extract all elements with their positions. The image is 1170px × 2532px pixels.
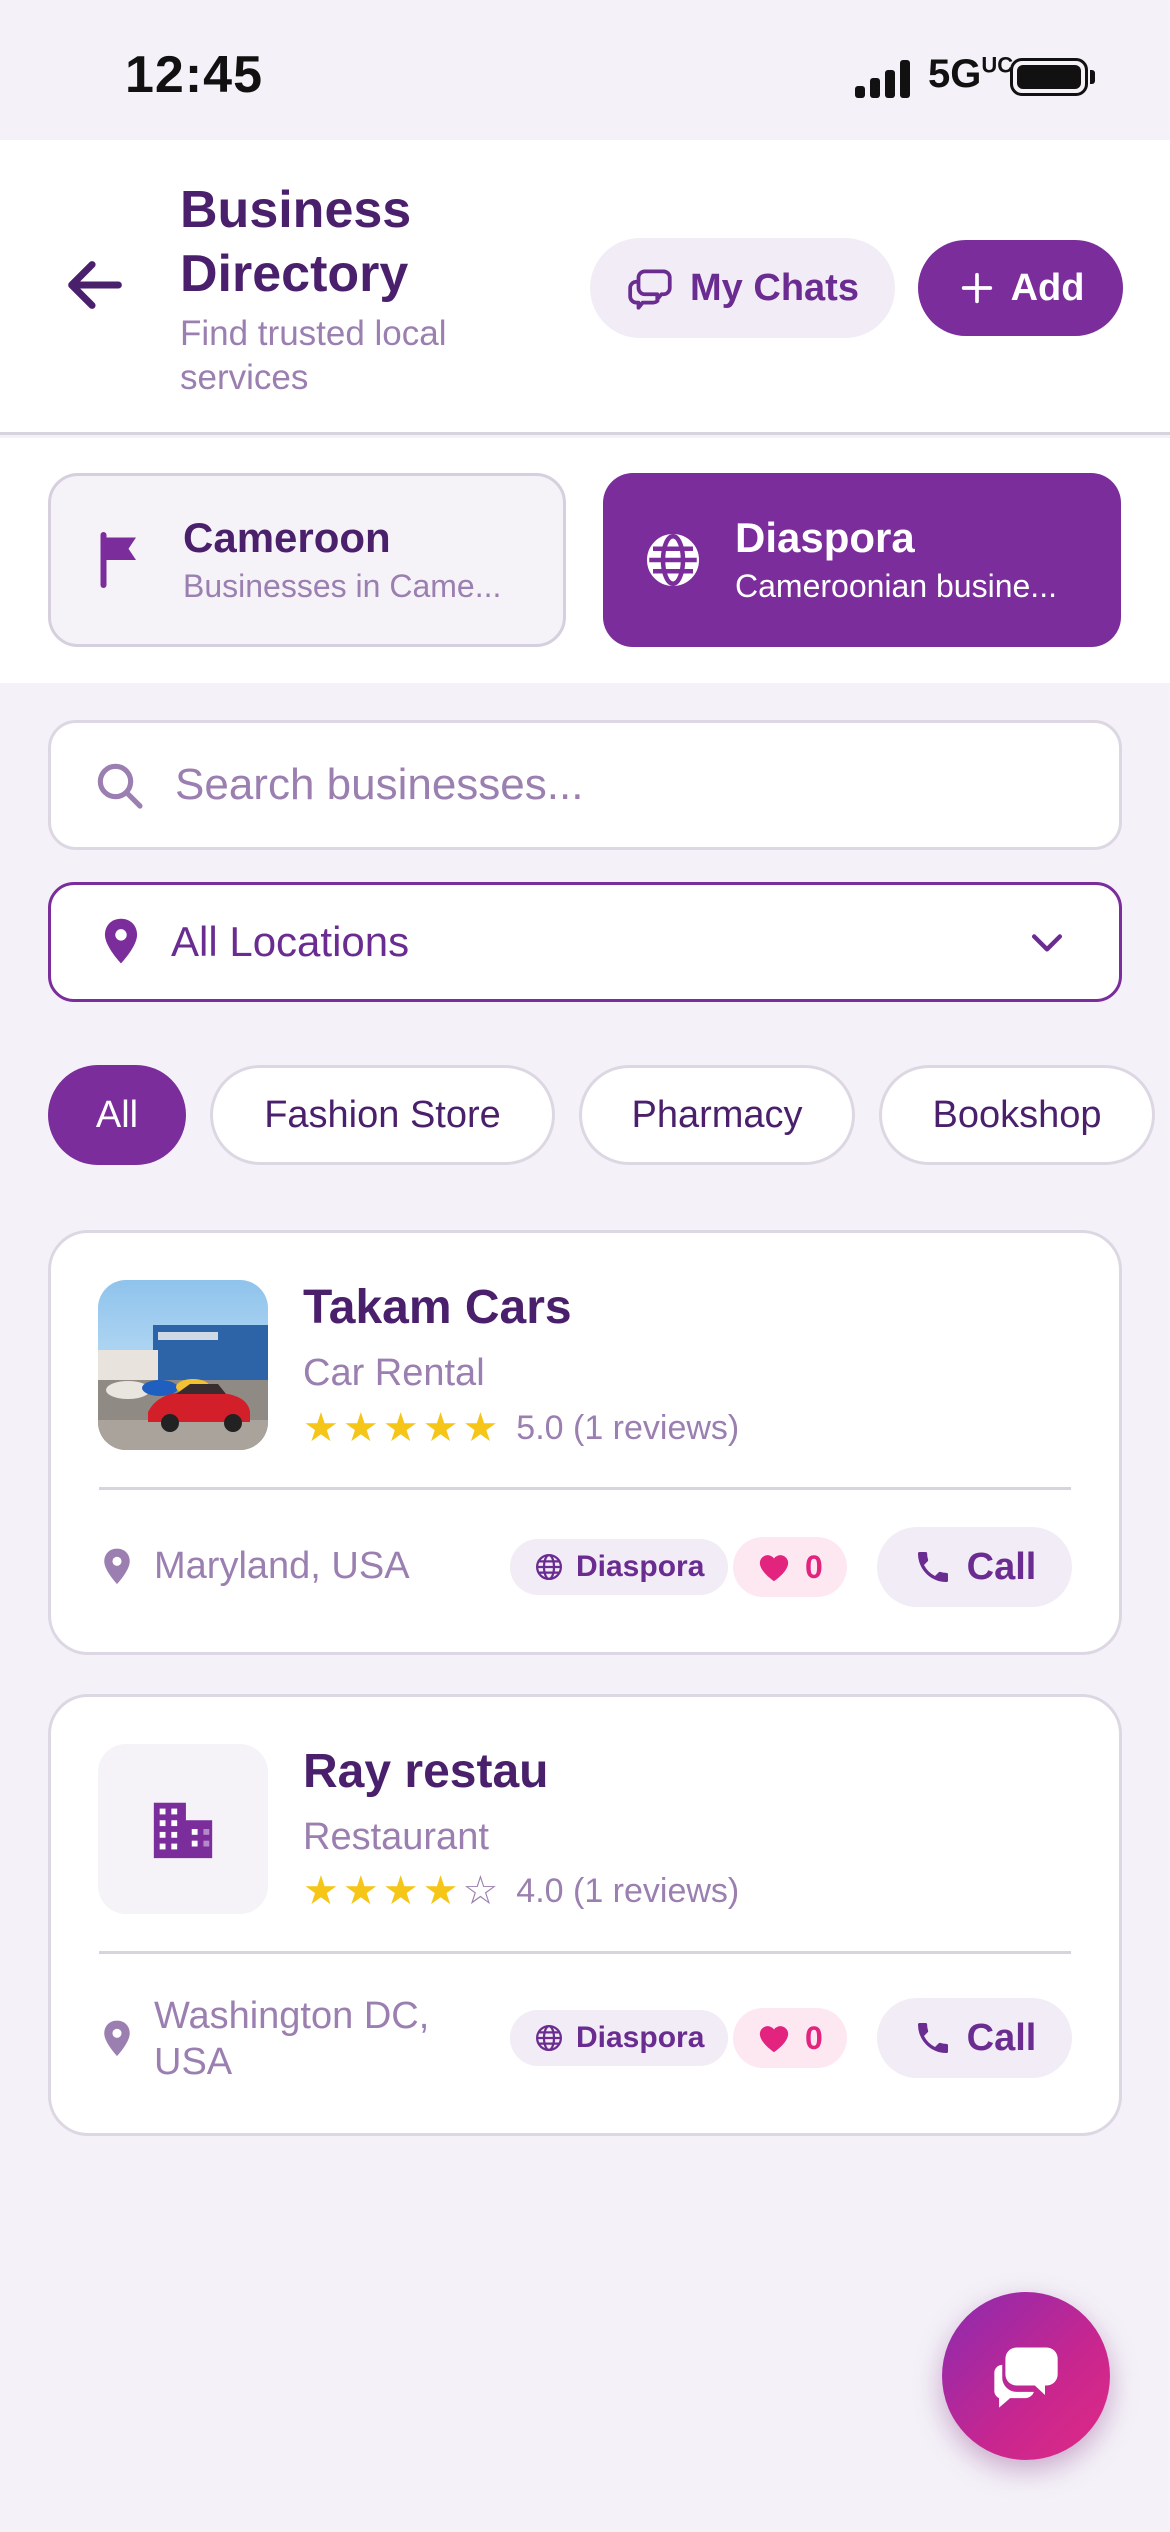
phone-icon: [917, 2023, 948, 2053]
location-value: All Locations: [171, 918, 410, 965]
badge-label: Diaspora: [576, 2021, 705, 2054]
flag-icon: [100, 532, 136, 588]
location-pin-icon: [104, 918, 138, 964]
business-category: Car Rental: [303, 1352, 485, 1394]
category-chip-bookshop[interactable]: Bookshop: [879, 1065, 1155, 1165]
star-filled-icon: ★: [382, 1406, 419, 1450]
business-location: Washington DC, USA: [100, 1993, 490, 2085]
location-pin-icon: [104, 2020, 130, 2056]
location-pin-icon: [104, 1548, 130, 1584]
business-name: Ray restau: [303, 1745, 549, 1798]
my-chats-label: My Chats: [690, 266, 859, 309]
business-location-text: Washington DC, USA: [154, 1995, 430, 2083]
globe-icon: [647, 534, 699, 586]
business-rating: ★ ★ ★ ★ ☆ 4.0 (1 reviews): [303, 1871, 739, 1911]
diaspora-badge: Diaspora: [510, 2010, 729, 2066]
chat-fab-button[interactable]: [942, 2292, 1110, 2460]
tab-diaspora[interactable]: Diaspora Cameroonian busine...: [603, 473, 1121, 647]
signal-icon: [855, 58, 915, 98]
star-filled-icon: ★: [462, 1406, 499, 1450]
chat-bubbles-icon: [994, 2347, 1058, 2408]
rating-text: 4.0 (1 reviews): [516, 1871, 740, 1910]
category-chip-fashion-store[interactable]: Fashion Store: [210, 1065, 555, 1165]
star-filled-icon: ★: [342, 1406, 379, 1450]
globe-icon: [536, 2025, 562, 2051]
phone-icon: [917, 1552, 948, 1582]
call-label: Call: [966, 2016, 1037, 2059]
badge-label: Diaspora: [576, 1550, 705, 1583]
network-indicator: 5GUC: [928, 52, 1014, 96]
chat-bubbles-icon: [628, 269, 672, 310]
star-filled-icon: ★: [303, 1406, 339, 1450]
card-divider: [99, 1487, 1071, 1490]
star-filled-icon: ★: [382, 1869, 419, 1913]
battery-icon: [1010, 58, 1088, 96]
like-button[interactable]: 0: [733, 2008, 847, 2068]
business-category: Restaurant: [303, 1816, 489, 1858]
category-chip-pharmacy[interactable]: Pharmacy: [579, 1065, 855, 1165]
add-label: Add: [1010, 266, 1085, 309]
search-input[interactable]: Search businesses...: [48, 720, 1122, 850]
globe-icon: [536, 1554, 562, 1580]
business-name: Takam Cars: [303, 1281, 572, 1334]
car-dealership-photo: [98, 1280, 268, 1450]
call-button[interactable]: Call: [877, 1998, 1072, 2078]
heart-icon: [759, 1555, 789, 1582]
business-thumbnail-placeholder: [98, 1744, 268, 1914]
business-rating: ★ ★ ★ ★ ★ 5.0 (1 reviews): [303, 1408, 739, 1448]
location-select[interactable]: All Locations: [48, 882, 1122, 1002]
search-placeholder: Search businesses...: [175, 760, 584, 809]
star-filled-icon: ★: [422, 1869, 459, 1913]
rating-text: 5.0 (1 reviews): [516, 1408, 740, 1447]
star-filled-icon: ★: [342, 1869, 379, 1913]
page-subtitle: Find trusted local services: [180, 314, 447, 397]
tab-cameroon[interactable]: Cameroon Businesses in Came...: [48, 473, 566, 647]
back-button[interactable]: [60, 250, 130, 320]
call-button[interactable]: Call: [877, 1527, 1072, 1607]
like-count: 0: [805, 2019, 823, 2056]
like-button[interactable]: 0: [733, 1537, 847, 1597]
my-chats-button[interactable]: My Chats: [590, 238, 895, 338]
add-business-button[interactable]: Add: [918, 240, 1123, 336]
diaspora-badge: Diaspora: [510, 1539, 729, 1595]
tab-title: Diaspora: [735, 514, 915, 561]
chevron-down-icon: [1031, 934, 1063, 952]
status-time: 12:45: [125, 46, 263, 104]
battery-cap: [1090, 70, 1095, 84]
business-thumbnail-photo: [98, 1280, 268, 1450]
category-chip-all[interactable]: All: [48, 1065, 186, 1165]
search-icon: [97, 763, 143, 809]
tab-title: Cameroon: [183, 514, 391, 561]
page-title: Business Directory: [180, 181, 412, 303]
call-label: Call: [966, 1545, 1037, 1588]
arrow-left-icon: [68, 261, 122, 309]
tab-diaspora-text: Diaspora Cameroonian busine...: [735, 512, 1095, 608]
star-filled-icon: ★: [422, 1406, 459, 1450]
tab-subtitle: Businesses in Came...: [183, 568, 502, 604]
heart-icon: [759, 2026, 789, 2053]
star-filled-icon: ★: [303, 1869, 339, 1913]
like-count: 0: [805, 1548, 823, 1585]
tab-subtitle: Cameroonian busine...: [735, 568, 1057, 604]
business-location: Maryland, USA: [100, 1545, 410, 1588]
tab-cameroon-text: Cameroon Businesses in Came...: [183, 512, 543, 608]
star-empty-icon: ☆: [462, 1869, 499, 1913]
building-icon: [153, 1802, 213, 1859]
business-location-text: Maryland, USA: [154, 1545, 410, 1587]
card-divider: [99, 1951, 1071, 1954]
plus-icon: [961, 272, 992, 304]
